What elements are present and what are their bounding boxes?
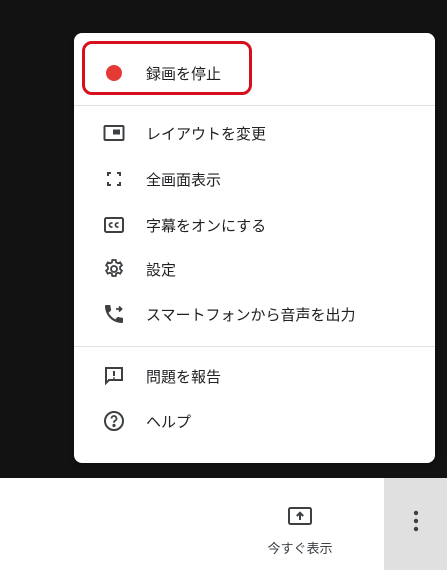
- menu-item-change-layout[interactable]: レイアウトを変更: [74, 113, 435, 153]
- menu-item-label: 録画を停止: [146, 64, 222, 83]
- more-options-menu: 録画を停止 レイアウトを変更 全画面表示 字幕をオンにする 設定 スマートフォン…: [74, 33, 435, 463]
- menu-item-label: 全画面表示: [146, 170, 222, 189]
- menu-item-label: ヘルプ: [146, 412, 192, 431]
- menu-item-help[interactable]: ヘルプ: [74, 401, 435, 441]
- bottom-toolbar: [0, 478, 447, 570]
- menu-item-label: 設定: [146, 260, 177, 279]
- menu-item-label: 問題を報告: [146, 367, 222, 386]
- menu-item-label: 字幕をオンにする: [146, 216, 267, 235]
- layout-icon: [102, 121, 126, 145]
- menu-item-settings[interactable]: 設定: [74, 249, 435, 289]
- present-now-button[interactable]: 今すぐ表示: [256, 500, 344, 560]
- closed-captions-icon: [102, 213, 126, 237]
- menu-item-label: レイアウトを変更: [146, 124, 267, 143]
- record-dot-icon: [102, 61, 126, 85]
- menu-divider: [74, 346, 435, 347]
- menu-item-phone-audio[interactable]: スマートフォンから音声を出力: [74, 294, 435, 334]
- menu-item-label: スマートフォンから音声を出力: [146, 305, 356, 324]
- more-vertical-icon: [413, 510, 418, 532]
- fullscreen-icon: [102, 167, 126, 191]
- menu-item-report-problem[interactable]: 問題を報告: [74, 356, 435, 396]
- menu-item-captions[interactable]: 字幕をオンにする: [74, 205, 435, 245]
- help-icon: [102, 409, 126, 433]
- feedback-icon: [102, 364, 126, 388]
- present-screen-icon: [287, 504, 313, 530]
- menu-item-fullscreen[interactable]: 全画面表示: [74, 159, 435, 199]
- menu-item-stop-recording[interactable]: 録画を停止: [74, 53, 435, 93]
- present-now-label: 今すぐ表示: [267, 542, 333, 557]
- phone-forward-icon: [102, 302, 126, 326]
- menu-divider: [74, 105, 435, 106]
- more-options-button[interactable]: [384, 478, 447, 570]
- gear-icon: [102, 257, 126, 281]
